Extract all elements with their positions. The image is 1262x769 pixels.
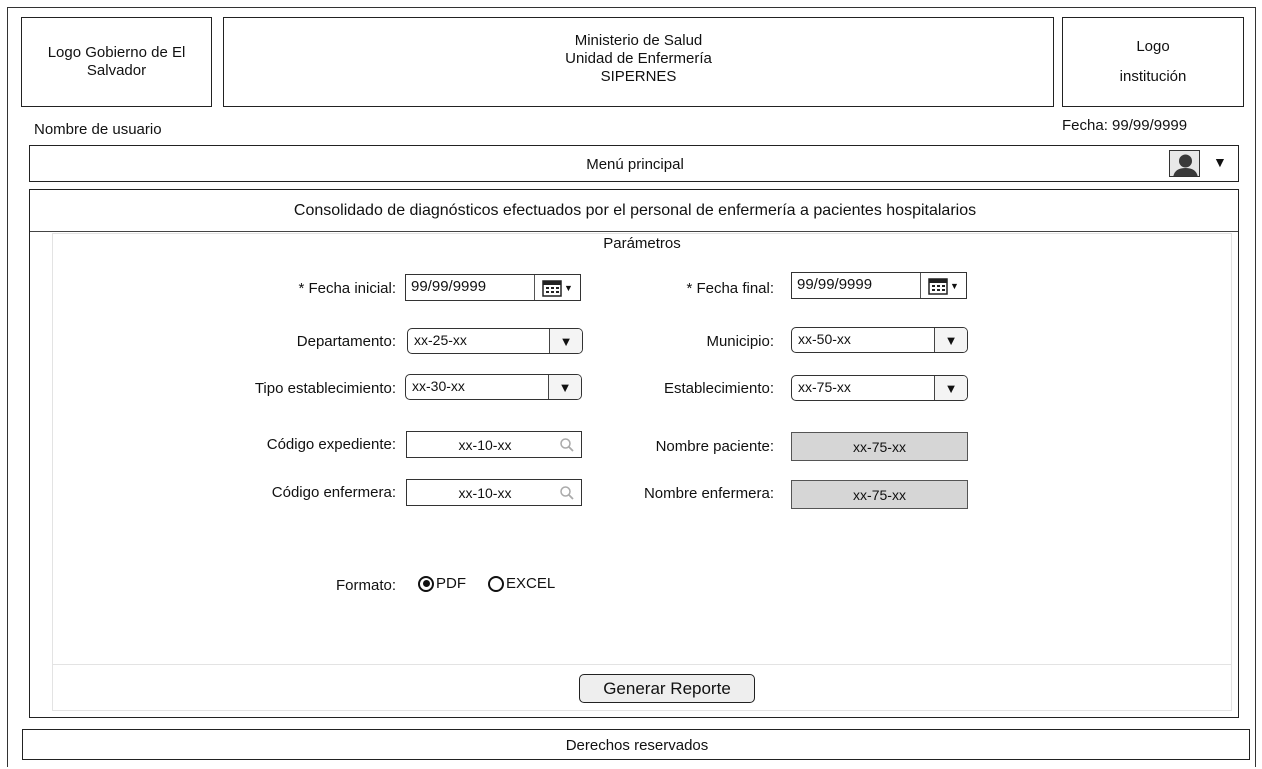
nombre-paciente-label: Nombre paciente:: [655, 438, 774, 455]
codigo-expediente-label: Código expediente:: [266, 436, 396, 453]
fecha-final-value[interactable]: 99/99/9999: [792, 273, 921, 298]
tipo-establecimiento-caret-down-icon[interactable]: ▼: [548, 375, 581, 399]
footer: Derechos reservados: [22, 729, 1250, 760]
formato-pdf-radio[interactable]: PDF: [418, 575, 466, 592]
logo-institution-line1: Logo: [1136, 38, 1170, 55]
departamento-value[interactable]: xx-25-xx: [408, 329, 549, 353]
departamento-label: Departamento:: [296, 333, 396, 350]
establecimiento-select[interactable]: xx-75-xx ▼: [791, 375, 968, 401]
fecha-inicial-field[interactable]: 99/99/9999 ▼: [405, 274, 581, 301]
municipio-select[interactable]: xx-50-xx ▼: [791, 327, 968, 353]
fecha-inicial-value[interactable]: 99/99/9999: [406, 275, 535, 300]
codigo-enfermera-search-icon[interactable]: [553, 485, 581, 501]
fecha-inicial-label: * Fecha inicial:: [298, 280, 396, 297]
logo-institution-line2: institución: [1119, 68, 1187, 85]
codigo-expediente-field[interactable]: xx-10-xx: [406, 431, 582, 458]
main-menu-label[interactable]: Menú principal: [30, 156, 1240, 173]
formato-excel-radio-dot[interactable]: [488, 575, 504, 592]
report-panel: Consolidado de diagnósticos efectuados p…: [29, 189, 1239, 718]
municipio-value[interactable]: xx-50-xx: [792, 328, 934, 352]
formato-excel-label[interactable]: EXCEL: [506, 575, 555, 592]
codigo-enfermera-field[interactable]: xx-10-xx: [406, 479, 582, 506]
user-menu-caret-down-icon[interactable]: ▼: [1213, 154, 1227, 170]
tipo-establecimiento-value[interactable]: xx-30-xx: [406, 375, 548, 399]
fecha-final-calendar-icon[interactable]: ▼: [921, 273, 966, 298]
tipo-establecimiento-label: Tipo establecimiento:: [254, 380, 396, 397]
logo-institution: Logo institución: [1062, 17, 1244, 107]
codigo-enfermera-value[interactable]: xx-10-xx: [407, 485, 553, 501]
fecha-inicial-calendar-icon[interactable]: ▼: [535, 275, 580, 300]
footer-label: Derechos reservados: [565, 737, 709, 754]
current-date: Fecha: 99/99/9999: [1062, 117, 1188, 134]
formato-label: Formato:: [335, 577, 396, 594]
parameters-separator: [53, 664, 1231, 665]
establecimiento-caret-down-icon[interactable]: ▼: [934, 376, 967, 400]
fecha-final-field[interactable]: 99/99/9999 ▼: [791, 272, 967, 299]
nombre-paciente-field: xx-75-xx: [791, 432, 968, 461]
formato-excel-radio[interactable]: EXCEL: [488, 575, 555, 592]
formato-radio-group: PDF EXCEL: [418, 575, 555, 592]
codigo-expediente-value[interactable]: xx-10-xx: [407, 437, 553, 453]
logo-government: Logo Gobierno de El Salvador: [21, 17, 212, 107]
header-title-line3: SIPERNES: [600, 68, 677, 85]
fecha-final-label: * Fecha final:: [686, 280, 774, 297]
header-title-line1: Ministerio de Salud: [574, 32, 703, 49]
user-avatar-icon[interactable]: [1169, 150, 1200, 177]
formato-pdf-radio-dot[interactable]: [418, 575, 434, 592]
report-title: Consolidado de diagnósticos efectuados p…: [293, 202, 977, 219]
logo-government-text: Logo Gobierno de El Salvador: [47, 44, 186, 79]
codigo-enfermera-label: Código enfermera:: [271, 484, 396, 501]
parameters-title: Parámetros: [603, 235, 681, 252]
municipio-caret-down-icon[interactable]: ▼: [934, 328, 967, 352]
user-name: Nombre de usuario: [34, 121, 162, 138]
generate-report-button[interactable]: Generar Reporte: [579, 674, 755, 703]
departamento-select[interactable]: xx-25-xx ▼: [407, 328, 583, 354]
header-title-line2: Unidad de Enfermería: [565, 50, 712, 67]
departamento-caret-down-icon[interactable]: ▼: [549, 329, 582, 353]
establecimiento-value[interactable]: xx-75-xx: [792, 376, 934, 400]
header-title: Ministerio de Salud Unidad de Enfermería…: [223, 17, 1054, 107]
nombre-enfermera-field: xx-75-xx: [791, 480, 968, 509]
establecimiento-label: Establecimiento:: [663, 380, 774, 397]
nombre-enfermera-label: Nombre enfermera:: [643, 485, 774, 502]
parameters-section: Parámetros: [52, 233, 1232, 711]
report-divider: [30, 231, 1238, 232]
main-menu-bar[interactable]: Menú principal ▼: [29, 145, 1239, 182]
municipio-label: Municipio:: [706, 333, 774, 350]
codigo-expediente-search-icon[interactable]: [553, 437, 581, 453]
tipo-establecimiento-select[interactable]: xx-30-xx ▼: [405, 374, 582, 400]
formato-pdf-label[interactable]: PDF: [436, 575, 466, 592]
